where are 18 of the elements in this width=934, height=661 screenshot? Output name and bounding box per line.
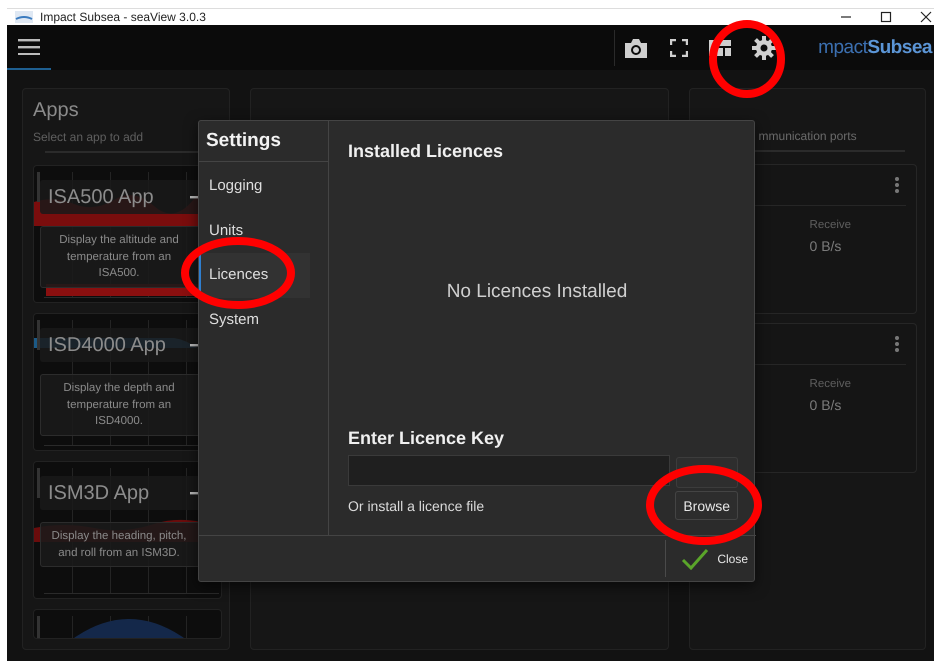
panel-title: Apps	[33, 99, 80, 122]
close-button[interactable]: Close	[665, 540, 756, 577]
logo-text: mpactSubsea	[817, 36, 934, 58]
section-heading: Installed Licences	[348, 141, 504, 162]
browse-button[interactable]: Browse	[675, 491, 738, 520]
window-title: Impact Subsea - seaView 3.0.3	[40, 10, 206, 24]
empty-message: No Licences Installed	[446, 280, 628, 304]
app-title: ISM3D App	[48, 482, 150, 504]
app-title: ISA500 App	[48, 186, 154, 208]
dialog-title: Settings	[199, 121, 328, 162]
receive-rate: 0 B/s	[810, 238, 842, 254]
section-heading: Enter Licence Key	[348, 428, 506, 449]
receive-label: Receive	[810, 219, 852, 231]
app-title: ISD4000 App	[48, 334, 166, 356]
receive-label: Receive	[810, 378, 852, 390]
file-label: Or install a licence file	[348, 498, 484, 514]
panel-subtitle: mmunication ports	[758, 129, 858, 143]
receive-rate: 0 B/s	[810, 397, 842, 413]
